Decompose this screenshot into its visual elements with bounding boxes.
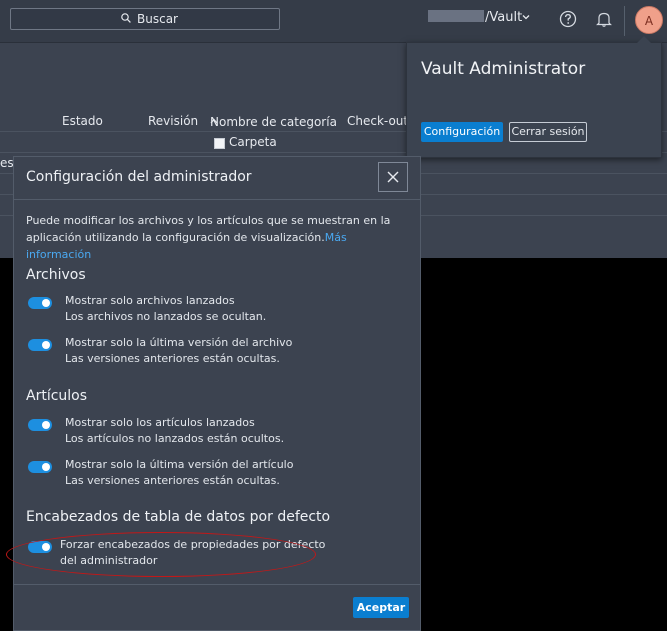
user-menu-popover: Vault Administrator Configuración Cerrar… — [406, 36, 662, 158]
option-latest-file-version: Mostrar solo la última versión del archi… — [65, 335, 405, 367]
option-latest-item-version: Mostrar solo la última versión del artíc… — [65, 457, 405, 489]
folder-row-label[interactable]: Carpeta — [229, 135, 277, 149]
toggle-released-files[interactable] — [28, 297, 52, 309]
close-icon — [387, 171, 399, 183]
close-button[interactable] — [378, 162, 408, 192]
section-heading-default-headers: Encabezados de tabla de datos por defect… — [26, 509, 331, 525]
option-description: Las versiones anteriores están ocultas. — [65, 474, 280, 487]
intro-text: Puede modificar los archivos y los artíc… — [26, 212, 406, 263]
top-bar: Buscar /Vault A — [0, 0, 667, 43]
chevron-down-icon[interactable] — [522, 13, 530, 21]
option-released-files: Mostrar solo archivos lanzados Los archi… — [65, 293, 405, 325]
annotation-ellipse — [6, 532, 316, 577]
dialog-header: Configuración del administrador — [14, 157, 420, 200]
redacted-server-name — [428, 10, 484, 22]
option-description: Los artículos no lanzados están ocultos. — [65, 432, 285, 445]
section-heading-items: Artículos — [26, 388, 88, 404]
search-icon — [121, 13, 131, 23]
toggle-released-items[interactable] — [28, 419, 52, 431]
topbar-divider — [624, 6, 625, 36]
folder-row-checkbox[interactable] — [214, 138, 225, 149]
dialog-footer-divider — [14, 584, 420, 585]
column-header-category-name[interactable]: Nombre de categoría — [210, 114, 337, 129]
popover-caret — [637, 36, 651, 43]
option-label: Mostrar solo la última versión del artíc… — [65, 458, 294, 471]
column-header-category-label: Nombre de categoría — [210, 115, 337, 129]
vault-name-label: /Vault — [485, 10, 523, 25]
settings-button[interactable]: Configuración — [421, 122, 503, 142]
user-avatar[interactable]: A — [635, 6, 663, 34]
option-released-items: Mostrar solo los artículos lanzados Los … — [65, 415, 405, 447]
column-header-estado[interactable]: Estado — [62, 114, 103, 128]
search-box[interactable]: Buscar — [10, 8, 280, 30]
option-label: Mostrar solo archivos lanzados — [65, 294, 235, 307]
grid-row-fragment: es — [0, 156, 14, 170]
option-label: Mostrar solo los artículos lanzados — [65, 416, 255, 429]
toggle-latest-item-version[interactable] — [28, 461, 52, 473]
option-label: Mostrar solo la última versión del archi… — [65, 336, 293, 349]
accept-button[interactable]: Aceptar — [353, 597, 409, 618]
column-header-revision[interactable]: Revisión — [148, 114, 198, 128]
logout-button[interactable]: Cerrar sesión — [509, 122, 587, 142]
help-icon[interactable] — [559, 10, 577, 28]
toggle-latest-file-version[interactable] — [28, 339, 52, 351]
dialog-title: Configuración del administrador — [26, 169, 252, 185]
vault-selector[interactable]: /Vault — [428, 10, 522, 25]
option-description: Las versiones anteriores están ocultas. — [65, 352, 280, 365]
notifications-bell-icon[interactable] — [595, 10, 613, 28]
user-display-name: Vault Administrator — [421, 59, 586, 79]
search-label: Buscar — [137, 12, 178, 26]
section-heading-files: Archivos — [26, 267, 86, 283]
option-description: Los archivos no lanzados se ocultan. — [65, 310, 267, 323]
